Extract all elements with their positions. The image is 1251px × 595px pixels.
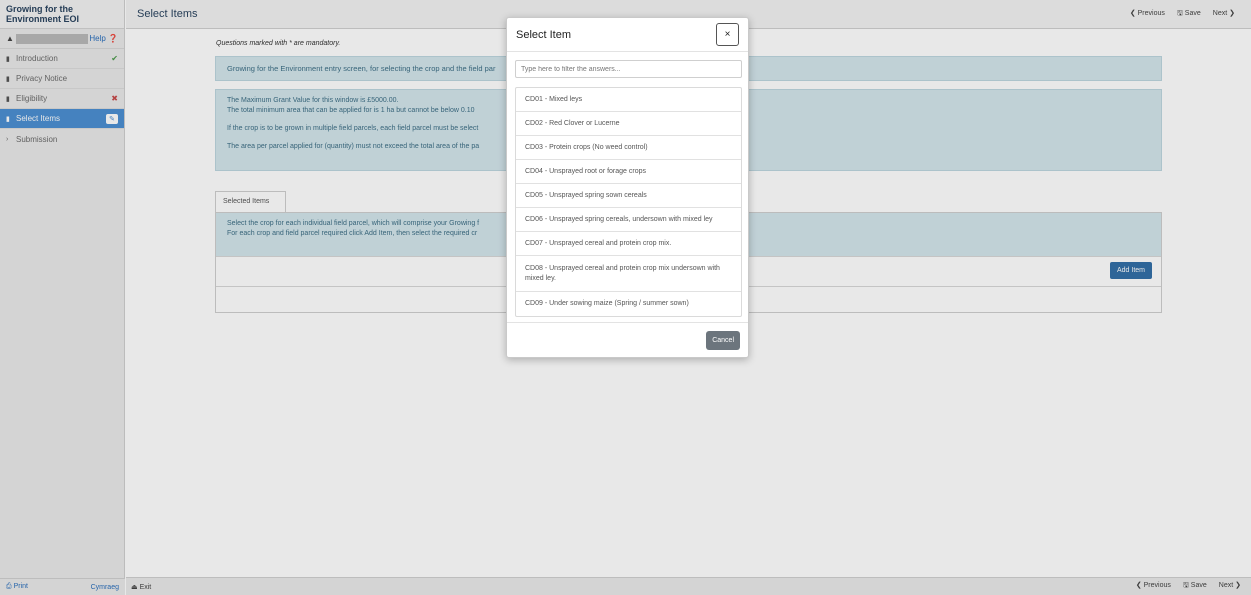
list-item[interactable]: CD02 - Red Clover or Lucerne (516, 112, 741, 136)
item-list: CD01 - Mixed leys CD02 - Red Clover or L… (515, 87, 742, 317)
modal-header: Select Item × (507, 18, 748, 52)
list-item[interactable]: CD06 - Unsprayed spring cereals, underso… (516, 208, 741, 232)
modal-title: Select Item (516, 28, 572, 41)
select-item-modal: Select Item × CD01 - Mixed leys CD02 - R… (506, 17, 749, 358)
list-item[interactable]: CD01 - Mixed leys (516, 88, 741, 112)
list-item[interactable]: CD08 - Unsprayed cereal and protein crop… (516, 256, 741, 292)
list-item[interactable]: CD03 - Protein crops (No weed control) (516, 136, 741, 160)
list-item[interactable]: CD05 - Unsprayed spring sown cereals (516, 184, 741, 208)
list-item[interactable]: CD07 - Unsprayed cereal and protein crop… (516, 232, 741, 256)
list-item[interactable]: CD09 - Under sowing maize (Spring / summ… (516, 292, 741, 316)
modal-footer: Cancel (507, 322, 748, 357)
close-icon: × (724, 29, 731, 40)
close-button[interactable]: × (716, 23, 739, 46)
cancel-button[interactable]: Cancel (706, 331, 740, 350)
list-item[interactable]: CD04 - Unsprayed root or forage crops (516, 160, 741, 184)
filter-input[interactable] (515, 60, 742, 78)
